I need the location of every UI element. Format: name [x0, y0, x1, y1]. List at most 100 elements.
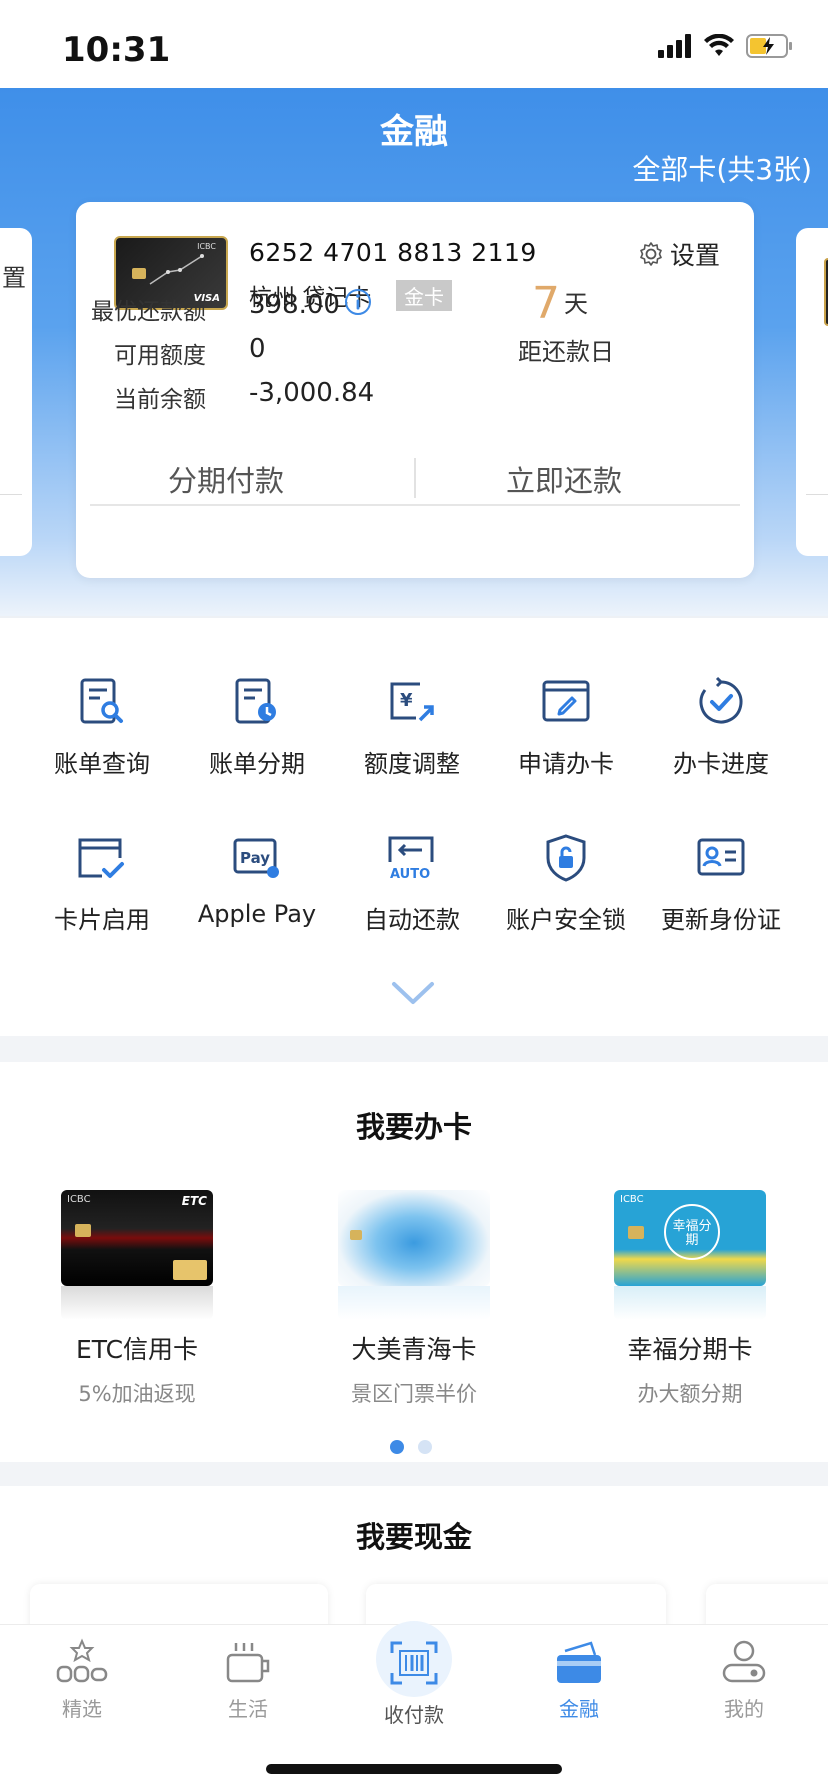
section-gap: [0, 1036, 828, 1062]
auto-repay-icon: AUTO: [388, 836, 434, 882]
status-bar: 10:31: [0, 0, 828, 88]
service-label: 卡片启用: [54, 906, 150, 934]
service-limit-adjust[interactable]: ¥ 额度调整: [332, 676, 492, 779]
promo-card-subtitle: 5%加油返现: [78, 1382, 196, 1406]
card-chip: [75, 1224, 91, 1237]
tab-label: 收付款: [384, 1703, 444, 1727]
service-apple-pay[interactable]: Pay Apple Pay: [177, 832, 337, 928]
battery-icon: [746, 34, 792, 58]
home-indicator: [266, 1764, 562, 1774]
promo-card-subtitle: 景区门票半价: [351, 1382, 477, 1406]
card-activate-icon: [78, 838, 124, 878]
page-dot-active[interactable]: [390, 1440, 404, 1454]
promo-card-name: 幸福分期卡: [627, 1335, 753, 1364]
card-level-badge: 金卡: [396, 280, 452, 311]
gear-icon: [640, 242, 662, 266]
service-label: 申请办卡: [518, 750, 614, 778]
service-progress[interactable]: 办卡进度: [641, 676, 801, 779]
settings-button[interactable]: 设置: [638, 236, 720, 272]
status-icons: [658, 34, 794, 58]
service-auto-repay[interactable]: AUTO 自动还款: [332, 832, 492, 935]
promo-card-etc[interactable]: ICBC ETC ETC信用卡 5%加油返现: [37, 1190, 237, 1408]
installment-button[interactable]: 分期付款: [76, 458, 376, 500]
signal-icon: [658, 34, 691, 58]
service-label: 办卡进度: [673, 750, 769, 778]
life-icon: [226, 1643, 270, 1683]
card-logo-text: 幸福分期: [672, 1219, 712, 1248]
card-reflection: [614, 1286, 766, 1320]
tab-label: 生活: [228, 1697, 268, 1721]
service-update-id[interactable]: 更新身份证: [641, 832, 801, 935]
all-cards-link[interactable]: 全部卡(共3张): [632, 148, 812, 188]
apply-card-section-title: 我要办卡: [355, 1110, 472, 1144]
card-number: 6252 4701 8813 2119: [249, 238, 537, 267]
svg-text:Pay: Pay: [240, 849, 270, 867]
chevron-down-icon[interactable]: [390, 980, 436, 1006]
happiness-card-image: ICBC 幸福分期: [614, 1190, 766, 1286]
available-credit-label: 可用额度: [114, 343, 206, 369]
apply-card-icon: [542, 680, 590, 722]
service-apply-card[interactable]: 申请办卡: [486, 676, 646, 779]
next-card-peek[interactable]: [796, 228, 828, 556]
tab-finance[interactable]: 金融: [519, 1637, 639, 1722]
limit-adjust-icon: ¥: [390, 682, 434, 722]
repay-now-button[interactable]: 立即还款: [414, 458, 714, 500]
service-bill-query[interactable]: 账单查询: [22, 676, 182, 779]
unionpay-logo: [173, 1260, 207, 1280]
cash-section-title: 我要现金: [355, 1520, 472, 1554]
current-balance-value: -3,000.84: [249, 378, 375, 408]
tab-label: 精选: [62, 1697, 102, 1721]
tab-scan-pay[interactable]: 收付款: [354, 1637, 474, 1728]
etc-card-image: ICBC ETC: [61, 1190, 213, 1286]
credit-card-summary: ICBC VISA 6252 4701 8813 2119 杭州 贷记卡 金卡 …: [76, 202, 754, 578]
service-bill-installment[interactable]: 账单分期: [177, 676, 337, 779]
service-label: Apple Pay: [197, 900, 317, 928]
tab-label: 金融: [559, 1697, 599, 1721]
days-until-due: 7: [532, 278, 560, 329]
previous-card-peek[interactable]: 置: [0, 228, 32, 556]
available-credit-value: 0: [249, 334, 266, 364]
service-label: 账单查询: [54, 750, 150, 778]
page-title: 金融: [380, 112, 448, 152]
card-brand: ICBC: [620, 1194, 644, 1205]
info-icon[interactable]: [344, 288, 372, 316]
profile-icon: [722, 1640, 766, 1683]
promo-card-subtitle: 办大额分期: [637, 1382, 743, 1406]
card-reflection: [338, 1286, 490, 1320]
tab-life[interactable]: 生活: [188, 1637, 308, 1722]
service-label: 更新身份证: [661, 906, 781, 934]
service-card-activate[interactable]: 卡片启用: [22, 832, 182, 935]
divider: [806, 494, 828, 495]
wifi-icon: [704, 34, 734, 56]
carousel-pagination: [390, 1440, 432, 1454]
service-label: 账户安全锁: [506, 906, 626, 934]
settings-label: 设置: [669, 241, 720, 270]
section-gap: [0, 1462, 828, 1486]
card-chip: [628, 1226, 644, 1239]
svg-text:AUTO: AUTO: [390, 867, 430, 882]
tab-featured[interactable]: 精选: [22, 1637, 142, 1722]
card-chip: [350, 1230, 362, 1240]
promo-card-qinghai[interactable]: 大美青海卡 景区门票半价: [314, 1190, 514, 1408]
card-brand: ICBC: [67, 1194, 91, 1205]
status-time: 10:31: [62, 30, 171, 70]
card-chip: [132, 268, 146, 279]
current-balance-label: 当前余额: [114, 387, 206, 413]
featured-icon: [56, 1638, 108, 1683]
tab-profile[interactable]: 我的: [684, 1637, 804, 1722]
card-art-icon: [149, 254, 204, 285]
days-until-due-label: 距还款日: [518, 338, 614, 366]
bill-search-icon: [80, 678, 123, 724]
page-dot[interactable]: [418, 1440, 432, 1454]
promo-card-happiness[interactable]: ICBC 幸福分期 幸福分期卡 办大额分期: [590, 1190, 790, 1408]
service-label: 账单分期: [209, 750, 305, 778]
days-unit: 天: [564, 290, 588, 318]
service-label: 额度调整: [364, 750, 460, 778]
service-label: 自动还款: [364, 906, 460, 934]
service-security-lock[interactable]: 账户安全锁: [486, 832, 646, 935]
security-lock-icon: [546, 834, 586, 882]
qinghai-card-image: [338, 1190, 490, 1286]
card-divider: [90, 504, 740, 506]
promo-card-name: ETC信用卡: [75, 1335, 199, 1364]
best-repayment-label: 最优还款额: [91, 299, 206, 325]
